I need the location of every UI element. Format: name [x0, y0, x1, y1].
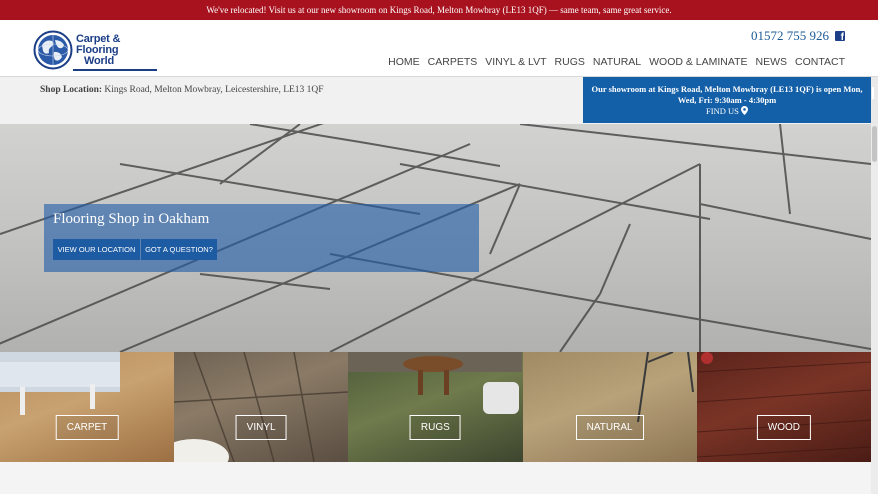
main-nav: HOME CARPETS VINYL & LVT RUGS NATURAL WO… — [388, 56, 845, 68]
category-tile-carpet[interactable]: CARPET — [0, 352, 174, 462]
ask-question-button[interactable]: GOT A QUESTION? — [141, 239, 217, 260]
tile-label-vinyl[interactable]: VINYL — [235, 415, 287, 440]
nav-item-news[interactable]: NEWS — [756, 56, 788, 68]
category-tile-wood[interactable]: WOOD — [696, 352, 871, 462]
phone-number[interactable]: 01572 755 926 — [751, 28, 829, 44]
wood-photo — [696, 352, 871, 458]
phone-contact[interactable]: 01572 755 926 — [751, 28, 845, 44]
shop-location-address: Kings Road, Melton Mowbray, Leicestershi… — [104, 85, 324, 95]
site-header: Carpet & Flooring World 01572 755 926 HO… — [0, 20, 878, 77]
shop-location: Shop Location: Kings Road, Melton Mowbra… — [40, 85, 324, 95]
map-pin-icon — [740, 106, 748, 115]
nav-item-carpets[interactable]: CARPETS — [428, 56, 478, 68]
natural-photo — [636, 352, 694, 423]
hero-banner: Flooring Shop in Oakham VIEW OUR LOCATIO… — [0, 124, 871, 352]
announcement-bar: We've relocated! Visit us at our new sho… — [0, 0, 878, 20]
shop-location-label: Shop Location: — [40, 85, 103, 95]
find-us-label[interactable]: FIND US — [706, 106, 739, 116]
showroom-hours-banner: Our showroom at Kings Road, Melton Mowbr… — [583, 77, 871, 123]
logo-underline — [73, 69, 157, 71]
scrollbar-track[interactable] — [871, 124, 878, 494]
nav-item-contact[interactable]: CONTACT — [795, 56, 845, 68]
carpet-photo — [0, 352, 120, 415]
vinyl-photo — [174, 352, 348, 462]
tile-label-rugs[interactable]: RUGS — [409, 415, 461, 440]
site-logo[interactable]: Carpet & Flooring World — [33, 28, 157, 72]
tile-label-carpet[interactable]: CARPET — [55, 415, 119, 440]
logo-line-2: Flooring — [76, 43, 119, 56]
category-tile-natural[interactable]: NATURAL — [522, 352, 697, 462]
scrollbar-thumb[interactable] — [872, 126, 877, 162]
category-tile-vinyl[interactable]: VINYL — [174, 352, 349, 462]
location-bar: Shop Location: Kings Road, Melton Mowbra… — [0, 77, 878, 124]
announcement-text: We've relocated! Visit us at our new sho… — [206, 5, 672, 15]
tile-label-wood[interactable]: WOOD — [756, 415, 811, 440]
hero-overlay: Flooring Shop in Oakham VIEW OUR LOCATIO… — [44, 204, 479, 272]
rugs-photo — [348, 352, 523, 414]
logo-line-3: World — [84, 54, 114, 67]
tile-label-natural[interactable]: NATURAL — [575, 415, 644, 440]
logo-wordmark: Carpet & Flooring World — [76, 32, 121, 67]
nav-item-wood-laminate[interactable]: WOOD & LAMINATE — [649, 56, 747, 68]
hero-title: Flooring Shop in Oakham — [53, 211, 210, 227]
showroom-text: Our showroom at Kings Road, Melton Mowbr… — [591, 84, 863, 105]
nav-item-home[interactable]: HOME — [388, 56, 420, 68]
globe-logo-icon — [33, 30, 73, 70]
nav-item-natural[interactable]: NATURAL — [593, 56, 641, 68]
find-us-link[interactable]: FIND US — [583, 106, 871, 117]
page-bottom-area — [0, 462, 871, 494]
category-tile-rugs[interactable]: RUGS — [348, 352, 523, 462]
nav-item-vinyl-lvt[interactable]: VINYL & LVT — [485, 56, 546, 68]
facebook-icon[interactable] — [835, 31, 845, 43]
view-location-button[interactable]: VIEW OUR LOCATION — [53, 239, 140, 260]
edge-strip — [871, 77, 878, 124]
nav-item-rugs[interactable]: RUGS — [555, 56, 585, 68]
category-tiles: CARPET VINYL RUGS NATURAL WOOD — [0, 352, 871, 462]
logo-line-1: Carpet & — [76, 32, 121, 45]
